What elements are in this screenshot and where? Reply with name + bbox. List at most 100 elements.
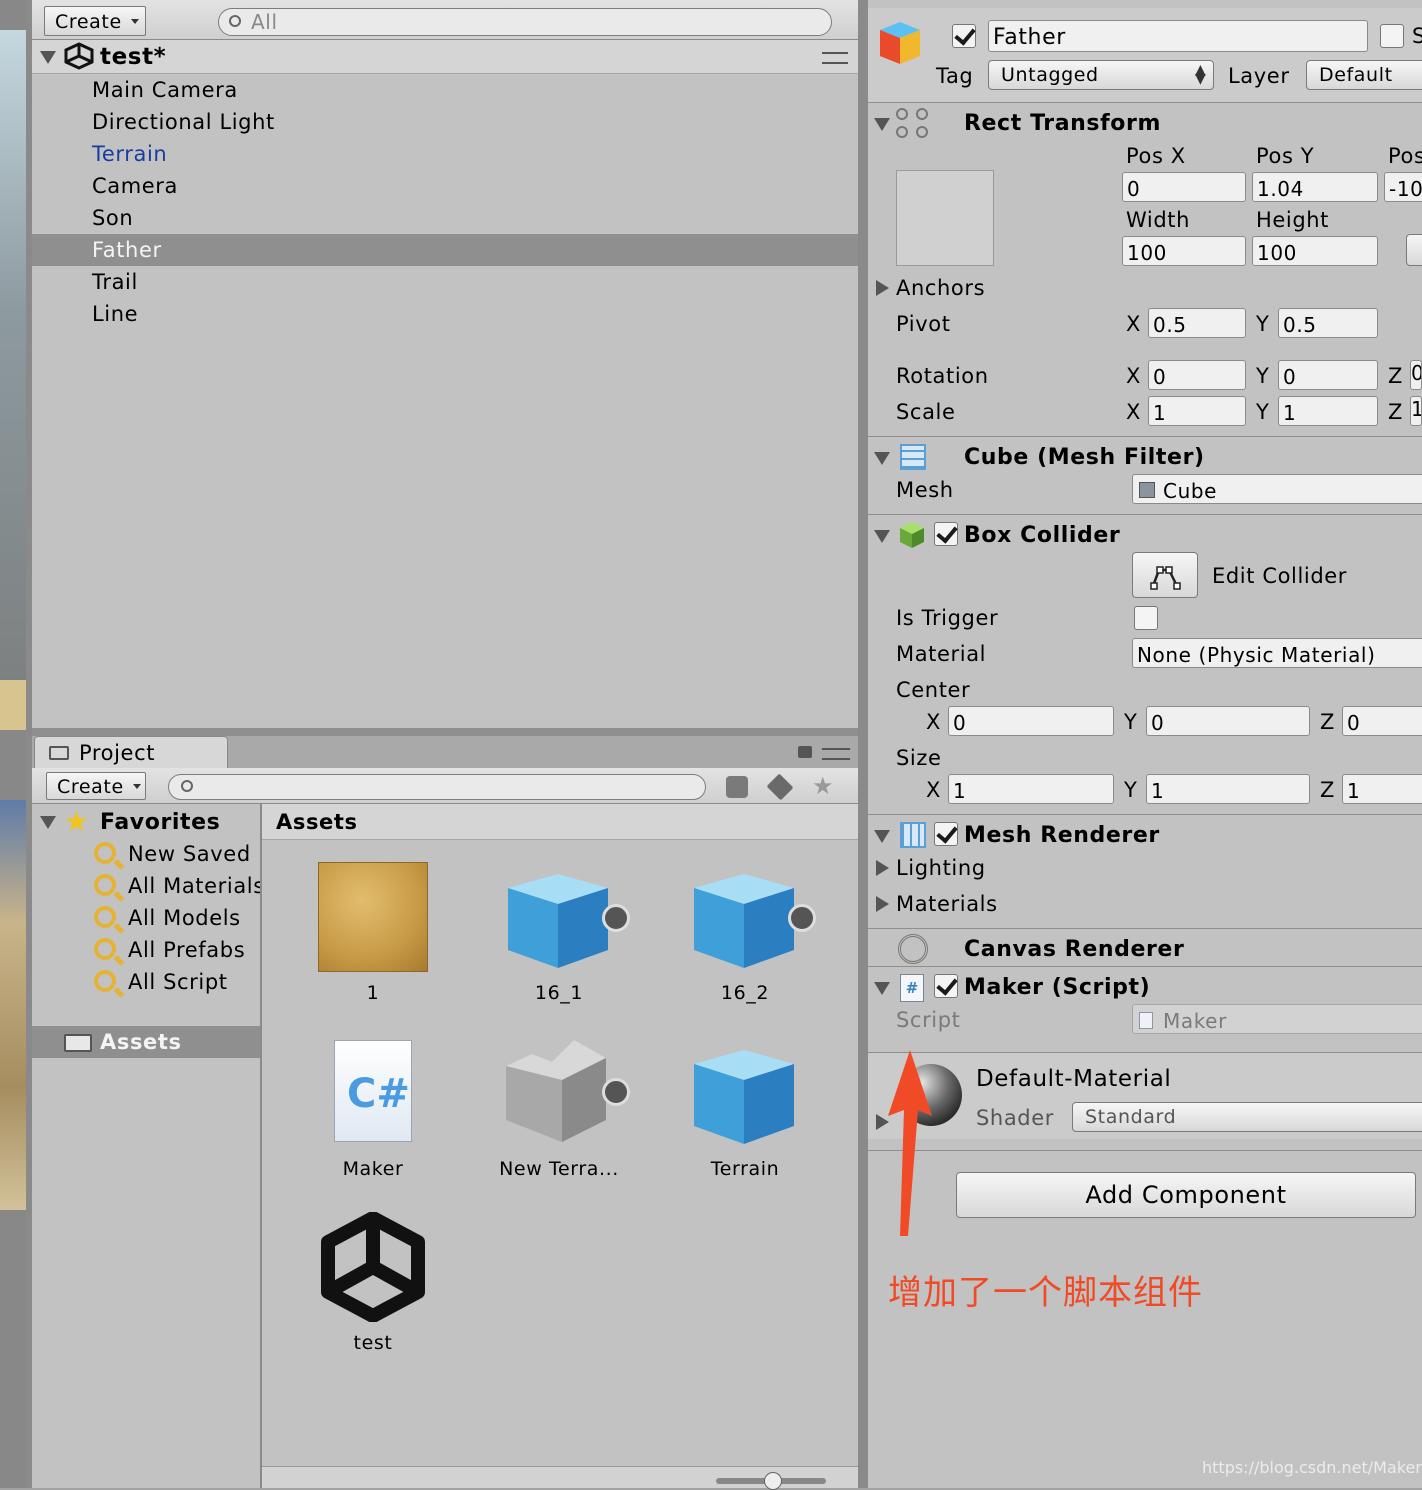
favorite-item-all-models[interactable]: All Models xyxy=(32,902,260,934)
center-y-axis-label: Y xyxy=(1124,710,1138,734)
pos-x-field[interactable]: 0 xyxy=(1122,172,1246,202)
expand-triangle-icon[interactable] xyxy=(876,860,889,876)
favorite-item-label: All Prefabs xyxy=(128,938,246,962)
collapse-triangle-icon[interactable] xyxy=(874,118,890,131)
favorite-item-all-script[interactable]: All Script xyxy=(32,966,260,998)
asset-item-16-1[interactable]: 16_1 xyxy=(486,854,632,1010)
size-x-field[interactable]: 1 xyxy=(948,774,1114,804)
size-z-field[interactable]: 1 xyxy=(1342,774,1422,804)
pivot-y-field[interactable]: 0.5 xyxy=(1278,308,1378,338)
lighting-label[interactable]: Lighting xyxy=(896,858,986,879)
asset-label: test xyxy=(353,1332,393,1354)
hierarchy-item-directional-light[interactable]: Directional Light xyxy=(32,106,858,138)
hierarchy-item-line[interactable]: Line xyxy=(32,298,858,330)
favorite-item-all-materials[interactable]: All Materials xyxy=(32,870,260,902)
scale-y-field[interactable]: 1 xyxy=(1278,396,1378,426)
mesh-renderer-title[interactable]: Mesh Renderer xyxy=(964,825,1160,847)
mesh-object-field[interactable]: Cube xyxy=(1132,474,1422,504)
lock-icon[interactable] xyxy=(798,746,812,758)
expand-triangle-icon[interactable] xyxy=(40,816,56,829)
rotation-z-field[interactable]: 0 xyxy=(1410,360,1422,390)
assets-folder-item[interactable]: Assets xyxy=(32,1026,260,1058)
pos-z-value: -10 xyxy=(1389,177,1422,201)
scene-header[interactable]: test* xyxy=(32,40,858,74)
static-checkbox[interactable] xyxy=(1380,24,1404,48)
asset-item-1[interactable]: 1 xyxy=(300,854,446,1010)
hierarchy-item-father[interactable]: Father xyxy=(32,234,858,266)
center-x-field[interactable]: 0 xyxy=(948,706,1114,736)
project-create-button[interactable]: Create xyxy=(46,772,146,800)
favorite-item-new-saved[interactable]: New Saved xyxy=(32,838,260,870)
size-y-field[interactable]: 1 xyxy=(1146,774,1310,804)
materials-label[interactable]: Materials xyxy=(896,894,998,915)
hierarchy-create-button[interactable]: Create xyxy=(44,6,146,36)
favorite-star-icon[interactable]: ★ xyxy=(812,774,834,798)
collapse-triangle-icon[interactable] xyxy=(874,830,890,843)
tab-project[interactable]: Project xyxy=(34,736,228,768)
rotation-z-axis-label: Z xyxy=(1388,364,1403,388)
hierarchy-item-terrain[interactable]: Terrain xyxy=(32,138,858,170)
pos-z-field[interactable]: -10 xyxy=(1384,172,1422,202)
favorite-item-all-prefabs[interactable]: All Prefabs xyxy=(32,934,260,966)
divider xyxy=(868,102,1422,103)
shader-dropdown[interactable]: Standard xyxy=(1072,1102,1422,1132)
mesh-filter-title[interactable]: Cube (Mesh Filter) xyxy=(964,447,1205,469)
expand-triangle-icon[interactable] xyxy=(876,280,889,296)
edit-collider-button[interactable] xyxy=(1132,552,1198,598)
scene-menu-icon[interactable] xyxy=(822,52,848,64)
scale-x-field[interactable]: 1 xyxy=(1148,396,1246,426)
collider-material-field[interactable]: None (Physic Material) xyxy=(1132,638,1422,668)
asset-item-test[interactable]: test xyxy=(300,1204,446,1360)
object-name-field[interactable]: Father xyxy=(988,20,1368,52)
maker-script-enabled-checkbox[interactable] xyxy=(934,974,958,998)
asset-item-new-terrain[interactable]: New Terra... xyxy=(486,1030,632,1186)
panel-menu-icon[interactable] xyxy=(822,748,850,760)
asset-item-16-2[interactable]: 16_2 xyxy=(672,854,818,1010)
scale-z-value: 1 xyxy=(1411,397,1421,421)
hierarchy-item-trail[interactable]: Trail xyxy=(32,266,858,298)
slider-thumb[interactable] xyxy=(764,1472,782,1490)
asset-item-maker[interactable]: C# Maker xyxy=(300,1030,446,1186)
rect-transform-title[interactable]: Rect Transform xyxy=(964,113,1161,135)
folder-icon xyxy=(64,1034,92,1052)
box-collider-enabled-checkbox[interactable] xyxy=(934,522,958,546)
collapse-triangle-icon[interactable] xyxy=(874,530,890,543)
raw-edit-button[interactable] xyxy=(1406,234,1422,266)
hierarchy-search-input[interactable]: All xyxy=(218,8,832,36)
pos-y-field[interactable]: 1.04 xyxy=(1252,172,1378,202)
filter-type-icon[interactable] xyxy=(726,776,748,798)
hierarchy-item-son[interactable]: Son xyxy=(32,202,858,234)
rotation-x-field[interactable]: 0 xyxy=(1148,360,1246,390)
scale-z-field[interactable]: 1 xyxy=(1410,396,1422,426)
expand-triangle-icon[interactable] xyxy=(876,896,889,912)
box-collider-title[interactable]: Box Collider xyxy=(964,525,1120,547)
collapse-triangle-icon[interactable] xyxy=(874,982,890,995)
active-checkbox[interactable] xyxy=(952,24,976,48)
width-field[interactable]: 100 xyxy=(1122,236,1246,266)
height-field[interactable]: 100 xyxy=(1252,236,1378,266)
is-trigger-checkbox[interactable] xyxy=(1134,606,1158,630)
breadcrumb-assets[interactable]: Assets xyxy=(276,812,358,833)
maker-script-title[interactable]: Maker (Script) xyxy=(964,977,1150,999)
asset-item-terrain[interactable]: Terrain xyxy=(672,1030,818,1186)
canvas-renderer-title[interactable]: Canvas Renderer xyxy=(964,939,1184,961)
layer-dropdown[interactable]: Default xyxy=(1306,60,1422,90)
anchors-label[interactable]: Anchors xyxy=(896,278,985,299)
asset-label: 16_1 xyxy=(534,982,584,1004)
pivot-x-field[interactable]: 0.5 xyxy=(1148,308,1246,338)
mesh-renderer-enabled-checkbox[interactable] xyxy=(934,822,958,846)
project-search-input[interactable] xyxy=(168,774,706,800)
center-z-field[interactable]: 0 xyxy=(1342,706,1422,736)
hierarchy-item-main-camera[interactable]: Main Camera xyxy=(32,74,858,106)
anchor-preset-button[interactable] xyxy=(896,170,994,266)
rotation-y-value: 0 xyxy=(1283,365,1297,389)
collapse-triangle-icon[interactable] xyxy=(874,452,890,465)
icon-size-slider[interactable] xyxy=(716,1472,826,1490)
rotation-y-field[interactable]: 0 xyxy=(1278,360,1378,390)
center-y-field[interactable]: 0 xyxy=(1146,706,1310,736)
add-component-button[interactable]: Add Component xyxy=(956,1172,1416,1218)
tag-dropdown[interactable]: Untagged ▲ ▼ xyxy=(988,60,1214,90)
favorite-item-label: All Materials xyxy=(128,874,260,898)
expand-triangle-icon[interactable] xyxy=(40,51,56,64)
hierarchy-item-camera[interactable]: Camera xyxy=(32,170,858,202)
